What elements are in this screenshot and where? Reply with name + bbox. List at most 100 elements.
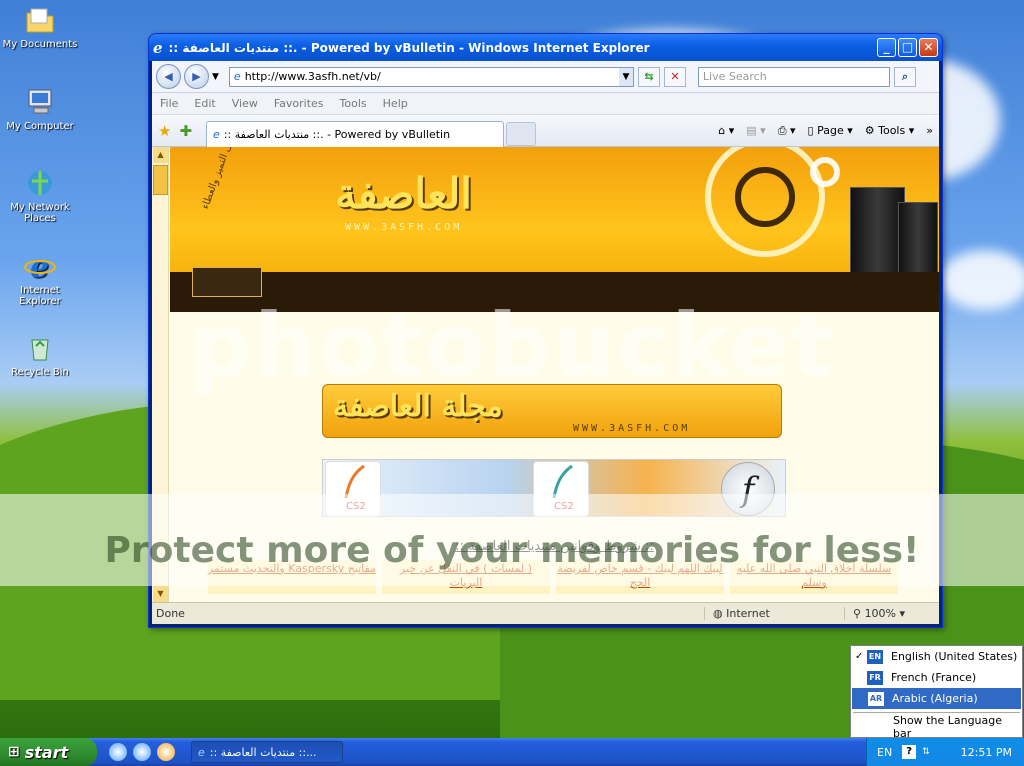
start-label: start bbox=[24, 742, 69, 762]
desktop-icon-internet-explorer[interactable]: e Internet Explorer bbox=[0, 250, 80, 307]
window-titlebar[interactable]: e :: منتديات العاصفة ::. - Powered by vB… bbox=[149, 34, 942, 61]
cs2-label: CS2 bbox=[346, 501, 366, 512]
address-value: http://www.3asfh.net/vb/ bbox=[244, 70, 381, 83]
scroll-up-arrow[interactable]: ▲ bbox=[153, 147, 168, 163]
menu-help[interactable]: Help bbox=[383, 97, 408, 110]
history-dropdown-icon[interactable]: ▼ bbox=[212, 72, 219, 82]
forward-button[interactable]: ▶ bbox=[184, 64, 209, 89]
desktop-icon-label: My Computer bbox=[6, 121, 74, 132]
taskbar-button-ie[interactable]: e :: منتديات العاصفة ::... bbox=[191, 741, 343, 763]
chevron-more-icon[interactable]: » bbox=[926, 124, 933, 137]
add-favorite-icon[interactable]: ✚ bbox=[179, 122, 192, 140]
show-language-bar-label: Show the Language bar bbox=[893, 713, 1003, 739]
desktop-icon-label: Recycle Bin bbox=[11, 367, 69, 378]
zone-label: Internet bbox=[726, 607, 770, 620]
language-code: FR bbox=[867, 670, 883, 685]
magazine-url: WWW.3ASFH.COM bbox=[573, 423, 691, 434]
network-icon bbox=[24, 167, 56, 199]
search-icon[interactable]: ⌕ bbox=[893, 66, 916, 87]
menu-bar: File Edit View Favorites Tools Help bbox=[152, 93, 939, 115]
system-tray: EN ? ⇅ 12:51 PM bbox=[866, 738, 1024, 766]
address-field[interactable]: e http://www.3asfh.net/vb/ ▼ bbox=[228, 66, 634, 87]
address-toolbar: ◀ ▶ ▼ e http://www.3asfh.net/vb/ ▼ ⇆ ✕ L… bbox=[152, 61, 939, 93]
banner-logo: العاصفة bbox=[335, 169, 472, 218]
desktop: My Documents My Computer My Network Plac… bbox=[0, 0, 1024, 738]
desktop-icon-label: My Network Places bbox=[10, 202, 70, 224]
language-item-fr[interactable]: FR French (France) bbox=[851, 667, 1022, 688]
media-player-quicklaunch-icon[interactable] bbox=[157, 743, 175, 761]
desktop-icon-my-documents[interactable]: My Documents bbox=[0, 4, 80, 50]
menu-favorites[interactable]: Favorites bbox=[274, 97, 324, 110]
page-icon: e bbox=[233, 70, 241, 83]
security-zone[interactable]: ◍ Internet bbox=[704, 607, 844, 620]
address-dropdown-icon[interactable]: ▼ bbox=[618, 67, 633, 86]
taskbar: ⊞ start e :: منتديات العاصفة ::... EN ? … bbox=[0, 738, 1024, 766]
home-icon[interactable]: ⌂ ▾ bbox=[718, 124, 734, 137]
language-label: Arabic (Algeria) bbox=[892, 692, 978, 705]
tab-bar: ★ ✚ e :: منتديات العاصفة ::. - Powered b… bbox=[152, 115, 939, 147]
menu-view[interactable]: View bbox=[232, 97, 258, 110]
print-icon[interactable]: ⎙ ▾ bbox=[778, 124, 796, 138]
zoom-control[interactable]: ⚲ 100% ▾ bbox=[844, 607, 939, 620]
show-language-bar-item[interactable]: Show the Language bar bbox=[851, 713, 1022, 739]
back-button[interactable]: ◀ bbox=[156, 64, 181, 89]
tab-active[interactable]: e :: منتديات العاصفة ::. - Powered by vB… bbox=[206, 120, 505, 147]
menu-file[interactable]: File bbox=[160, 97, 178, 110]
language-bar-icon[interactable]: ⇅ bbox=[922, 747, 930, 757]
language-label: English (United States) bbox=[891, 650, 1018, 663]
scroll-down-arrow[interactable]: ▼ bbox=[153, 586, 168, 602]
desktop-icon-label: My Documents bbox=[2, 39, 78, 50]
language-menu: ✓ EN English (United States) FR French (… bbox=[850, 645, 1023, 738]
adobe-cs2-logo: CS2 bbox=[325, 461, 381, 517]
minimize-button[interactable]: _ bbox=[877, 38, 896, 57]
tools-menu[interactable]: ⚙ Tools ▾ bbox=[865, 124, 915, 137]
language-label: French (France) bbox=[891, 671, 977, 684]
ie-quicklaunch-icon[interactable] bbox=[109, 743, 127, 761]
close-button[interactable]: ✕ bbox=[919, 38, 938, 57]
search-input[interactable]: Live Search bbox=[697, 66, 890, 87]
banner-slogan: ملتقى التميز والعطاء bbox=[200, 147, 240, 211]
help-icon[interactable]: ? bbox=[902, 745, 917, 759]
windows-logo-icon: ⊞ bbox=[8, 744, 20, 760]
menu-edit[interactable]: Edit bbox=[194, 97, 215, 110]
globe-icon: ◍ bbox=[713, 607, 727, 620]
feeds-icon[interactable]: ▤ ▾ bbox=[746, 124, 765, 137]
cs2-banner[interactable]: CS2 CS2 f bbox=[322, 459, 786, 517]
desktop-icon-network-places[interactable]: My Network Places bbox=[0, 167, 80, 224]
stop-button[interactable]: ✕ bbox=[663, 66, 686, 87]
banner-silhouette bbox=[170, 272, 939, 312]
scroll-thumb[interactable] bbox=[153, 165, 168, 195]
language-item-en[interactable]: ✓ EN English (United States) bbox=[851, 646, 1022, 667]
clock[interactable]: 12:51 PM bbox=[961, 746, 1012, 759]
banner-forum-sign bbox=[192, 267, 262, 297]
outlook-quicklaunch-icon[interactable] bbox=[133, 743, 151, 761]
zoom-icon: ⚲ bbox=[853, 607, 865, 620]
desktop-icon-label: Internet Explorer bbox=[19, 285, 61, 307]
svg-text:e: e bbox=[30, 250, 49, 282]
language-indicator[interactable]: EN bbox=[877, 746, 892, 759]
favorites-star-icon[interactable]: ★ bbox=[158, 122, 171, 140]
magazine-title: مجلة العاصفة bbox=[333, 389, 503, 424]
computer-icon bbox=[24, 86, 56, 118]
folder-icon bbox=[24, 4, 56, 36]
magazine-banner[interactable]: مجلة العاصفة WWW.3ASFH.COM bbox=[322, 384, 782, 438]
desktop-icon-recycle-bin[interactable]: Recycle Bin bbox=[0, 332, 80, 378]
start-button[interactable]: ⊞ start bbox=[0, 738, 97, 766]
maximize-button[interactable]: □ bbox=[898, 38, 917, 57]
ie-icon: e bbox=[213, 127, 220, 141]
menu-tools[interactable]: Tools bbox=[340, 97, 367, 110]
new-tab-button[interactable] bbox=[506, 121, 537, 146]
window-title: :: منتديات العاصفة ::. - Powered by vBul… bbox=[168, 40, 650, 55]
forum-banner[interactable]: العاصفة WWW.3ASFH.COM ملتقى التميز والعط… bbox=[170, 147, 939, 312]
desktop-icon-my-computer[interactable]: My Computer bbox=[0, 86, 80, 132]
recycle-bin-icon bbox=[24, 332, 56, 364]
ie-icon: e bbox=[153, 38, 163, 57]
language-item-ar[interactable]: AR Arabic (Algeria) bbox=[852, 688, 1021, 709]
refresh-button[interactable]: ⇆ bbox=[637, 66, 660, 87]
zoom-value: 100% bbox=[864, 607, 897, 620]
taskbar-button-label: :: منتديات العاصفة ::... bbox=[209, 745, 317, 759]
status-text: Done bbox=[156, 607, 185, 620]
page-menu[interactable]: ▯ Page ▾ bbox=[808, 124, 853, 137]
language-code: AR bbox=[868, 691, 884, 706]
ie-icon: e bbox=[198, 745, 205, 759]
